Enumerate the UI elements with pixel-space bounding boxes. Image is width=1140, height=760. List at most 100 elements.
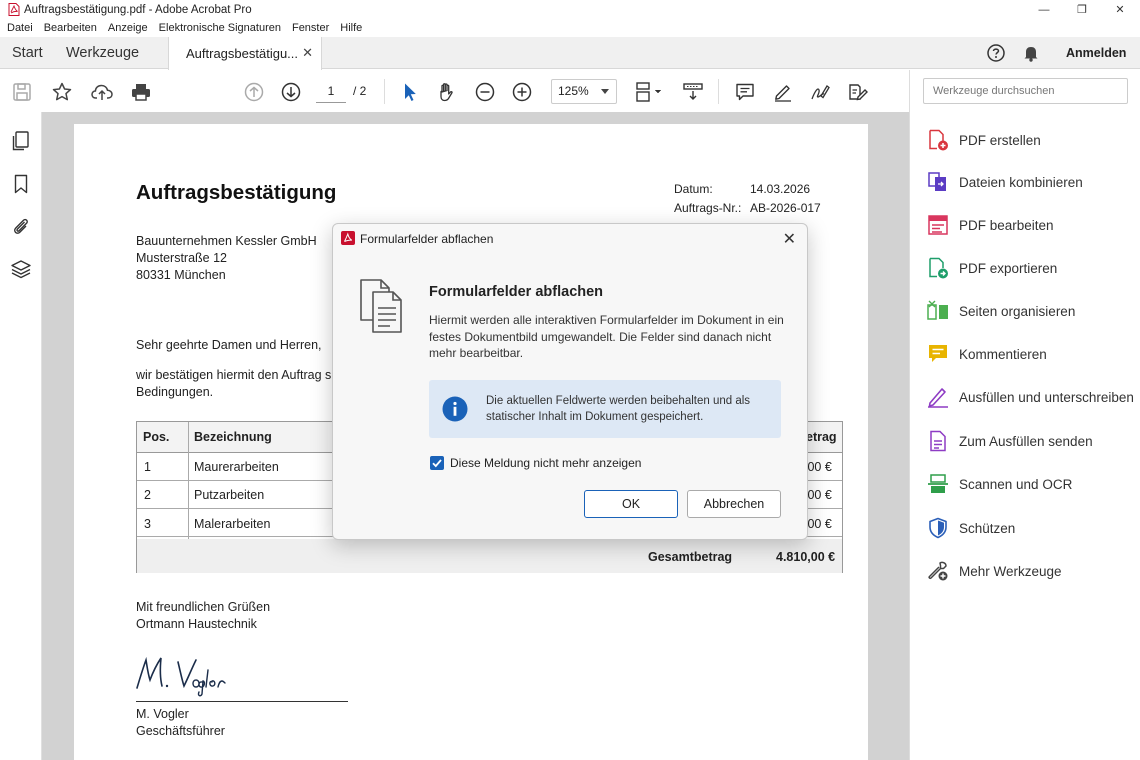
col-header-pos: Pos.: [143, 430, 170, 444]
cell-pos: 1: [144, 460, 151, 474]
fill-sign-icon: [928, 388, 948, 408]
tools-search-input[interactable]: Werkzeuge durchsuchen: [923, 78, 1128, 104]
cell-pos: 2: [144, 488, 151, 502]
closing-line: Mit freundlichen Grüßen: [136, 600, 271, 614]
layers-icon[interactable]: [10, 258, 32, 280]
menu-hilfe[interactable]: Hilfe: [340, 22, 362, 34]
more-tools-icon: [928, 561, 948, 581]
body-text: wir bestätigen hiermit den Auftrag s: [136, 368, 332, 382]
menu-fenster[interactable]: Fenster: [292, 22, 329, 34]
tool-schuetzen[interactable]: Schützen: [926, 516, 1136, 542]
select-cursor-icon[interactable]: [397, 80, 421, 104]
tool-dateien-kombinieren[interactable]: Dateien kombinieren: [926, 170, 1136, 196]
help-icon[interactable]: [986, 43, 1006, 63]
left-rail: [0, 112, 42, 760]
signer-role: Geschäftsführer: [136, 724, 225, 738]
page-number-input[interactable]: 1: [316, 79, 346, 103]
signin-button[interactable]: Anmelden: [1066, 46, 1126, 60]
tool-scannen-ocr[interactable]: Scannen und OCR: [926, 472, 1136, 498]
meta-order-label: Auftrags-Nr.:: [674, 201, 742, 215]
notifications-bell-icon[interactable]: [1021, 43, 1041, 63]
tool-label: Ausfüllen und unterschreiben: [959, 390, 1134, 405]
tool-pdf-bearbeiten[interactable]: PDF bearbeiten: [926, 213, 1136, 239]
tool-label: Dateien kombinieren: [959, 175, 1083, 190]
chevron-down-icon: [601, 89, 609, 94]
scroll-mode-icon[interactable]: [681, 80, 705, 104]
ok-button[interactable]: OK: [584, 490, 678, 518]
dialog-title: Formularfelder abflachen: [360, 232, 494, 246]
acrobat-logo-icon: [341, 231, 355, 245]
table-footer: [137, 539, 842, 573]
flatten-dialog: Formularfelder abflachen ✕ Formularfelde…: [332, 223, 808, 540]
star-bookmark-icon[interactable]: [50, 80, 74, 104]
sign-icon[interactable]: [808, 80, 832, 104]
tool-ausfuellen-unterschreiben[interactable]: Ausfüllen und unterschreiben: [926, 385, 1136, 411]
total-label: Gesamtbetrag: [648, 550, 733, 564]
next-page-icon[interactable]: [279, 80, 303, 104]
menu-datei[interactable]: Datei: [7, 22, 33, 34]
col-header-amount: etrag: [806, 430, 837, 444]
comment-icon[interactable]: [733, 80, 757, 104]
tool-pdf-exportieren[interactable]: PDF exportieren: [926, 256, 1136, 282]
dialog-close-button[interactable]: ✕: [783, 229, 796, 249]
title-bar: Auftragsbestätigung.pdf - Adobe Acrobat …: [0, 0, 1140, 19]
tab-bar: Start Werkzeuge Auftragsbestätigu... ✕ A…: [0, 37, 1140, 70]
save-icon[interactable]: [10, 80, 34, 104]
acrobat-pdf-icon: [8, 3, 20, 16]
handwritten-signature: [136, 656, 226, 697]
zoom-in-icon[interactable]: [510, 80, 534, 104]
info-icon: [442, 396, 468, 422]
signer-name: M. Vogler: [136, 707, 189, 721]
highlight-pen-icon[interactable]: [771, 80, 795, 104]
fill-form-icon[interactable]: [846, 80, 870, 104]
previous-page-icon[interactable]: [242, 80, 266, 104]
tab-werkzeuge[interactable]: Werkzeuge: [66, 45, 139, 61]
dialog-message: Hiermit werden alle interaktiven Formula…: [429, 313, 784, 360]
protect-shield-icon: [929, 517, 947, 539]
cell-pos: 3: [144, 517, 151, 531]
zoom-select[interactable]: 125%: [551, 79, 617, 104]
toolbar-separator: [384, 79, 385, 104]
scan-ocr-icon: [928, 474, 948, 493]
dont-show-again-checkbox[interactable]: [430, 456, 444, 470]
attachment-icon[interactable]: [10, 215, 32, 237]
print-icon[interactable]: [129, 80, 153, 104]
tool-mehr-werkzeuge[interactable]: Mehr Werkzeuge: [926, 559, 1136, 585]
address-line: Bauunternehmen Kessler GmbH: [136, 234, 317, 248]
minimize-button[interactable]: —: [1025, 0, 1063, 19]
tool-kommentieren[interactable]: Kommentieren: [926, 342, 1136, 368]
edit-pdf-icon: [928, 215, 948, 235]
document-pages-icon: [360, 279, 402, 333]
close-window-button[interactable]: ✕: [1101, 0, 1139, 19]
cloud-upload-icon[interactable]: [90, 80, 114, 104]
table-divider: [188, 422, 189, 539]
tab-document[interactable]: Auftragsbestätigu... ✕: [168, 37, 322, 70]
address-line: 80331 München: [136, 268, 226, 282]
menu-bearbeiten[interactable]: Bearbeiten: [44, 22, 97, 34]
window-title: Auftragsbestätigung.pdf - Adobe Acrobat …: [24, 3, 252, 16]
tab-start[interactable]: Start: [12, 45, 43, 61]
col-header-desc: Bezeichnung: [194, 430, 272, 444]
restore-button[interactable]: ❐: [1063, 0, 1101, 19]
tool-pdf-erstellen[interactable]: PDF erstellen: [926, 128, 1136, 154]
checkbox-label[interactable]: Diese Meldung nicht mehr anzeigen: [450, 456, 641, 470]
tool-seiten-organisieren[interactable]: Seiten organisieren: [926, 299, 1136, 325]
menu-anzeige[interactable]: Anzeige: [108, 22, 148, 34]
closing-line: Ortmann Haustechnik: [136, 617, 257, 631]
greeting: Sehr geehrte Damen und Herren,: [136, 338, 322, 352]
tab-close-button[interactable]: ✕: [302, 45, 313, 61]
tool-label: PDF exportieren: [959, 261, 1058, 276]
bookmark-icon[interactable]: [10, 173, 32, 195]
hand-tool-icon[interactable]: [435, 80, 459, 104]
menu-elektronische-signaturen[interactable]: Elektronische Signaturen: [159, 22, 281, 34]
export-pdf-icon: [929, 257, 948, 279]
tool-label: Scannen und OCR: [959, 477, 1073, 492]
cell-amount: ,00 €: [804, 460, 832, 474]
page-layout-icon[interactable]: [633, 80, 665, 104]
cancel-button[interactable]: Abbrechen: [687, 490, 781, 518]
tool-zum-ausfuellen-senden[interactable]: Zum Ausfüllen senden: [926, 429, 1136, 455]
zoom-out-icon[interactable]: [473, 80, 497, 104]
tool-label: Mehr Werkzeuge: [959, 564, 1062, 579]
page-thumbnails-icon[interactable]: [10, 130, 32, 152]
organize-pages-icon: [927, 300, 948, 320]
